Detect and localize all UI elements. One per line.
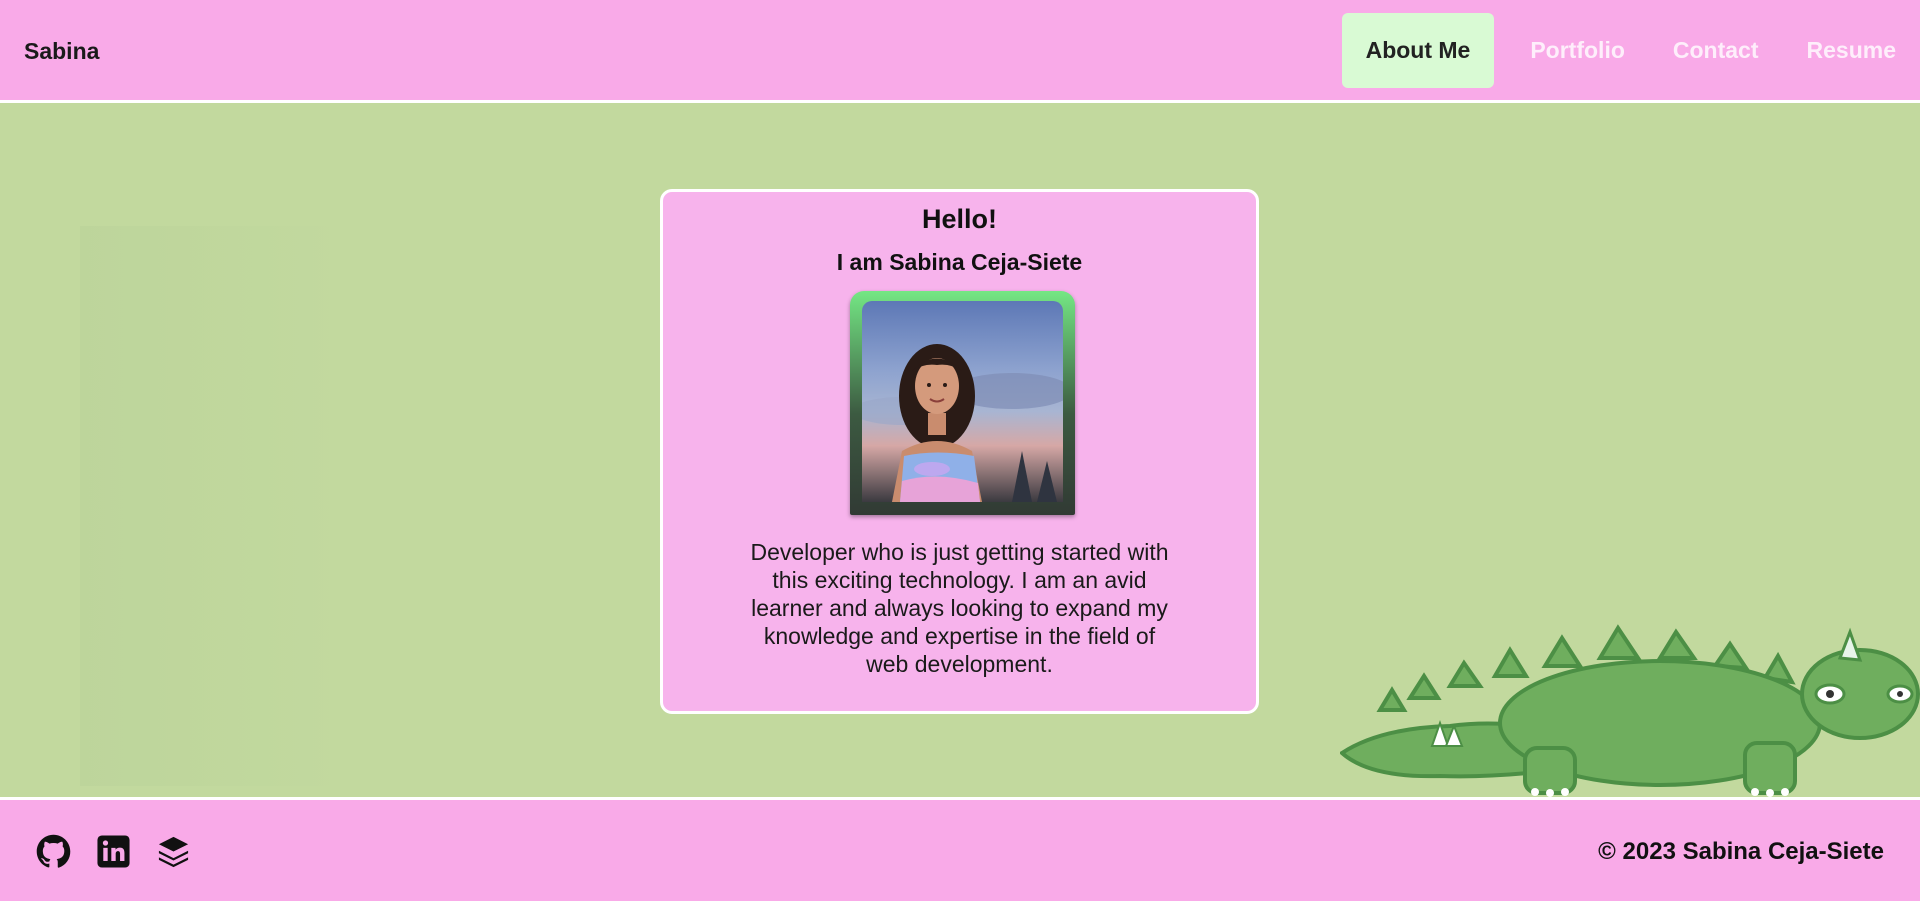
profile-photo — [862, 301, 1063, 502]
copyright-text: © 2023 Sabina Ceja-Siete — [1598, 838, 1884, 865]
linkedin-icon[interactable] — [96, 834, 131, 869]
dinosaur-illustration — [1340, 624, 1920, 797]
card-subtitle: I am Sabina Ceja-Siete — [836, 249, 1083, 275]
nav-resume[interactable]: Resume — [1783, 13, 1920, 88]
nav-about-me[interactable]: About Me — [1341, 13, 1495, 88]
site-header: Sabina About Me Portfolio Contact Resume — [0, 0, 1920, 103]
main-nav: About Me Portfolio Contact Resume — [1341, 13, 1920, 88]
card-description: Developer who is just getting started wi… — [750, 539, 1169, 677]
nav-portfolio[interactable]: Portfolio — [1506, 13, 1649, 88]
about-card: Hello! I am Sabina Ceja-Siete Developer … — [660, 189, 1259, 714]
background-texture — [80, 226, 330, 786]
github-icon[interactable] — [36, 834, 71, 869]
card-title: Hello! — [921, 204, 997, 234]
profile-photo-frame — [850, 291, 1075, 515]
site-footer: © 2023 Sabina Ceja-Siete — [0, 797, 1920, 901]
main-content: Hello! I am Sabina Ceja-Siete Developer … — [0, 106, 1920, 797]
profile-photo-illustration — [862, 344, 1063, 502]
stack-icon[interactable] — [156, 834, 191, 869]
site-brand[interactable]: Sabina — [24, 38, 99, 65]
social-links — [36, 834, 191, 869]
nav-contact[interactable]: Contact — [1649, 13, 1783, 88]
